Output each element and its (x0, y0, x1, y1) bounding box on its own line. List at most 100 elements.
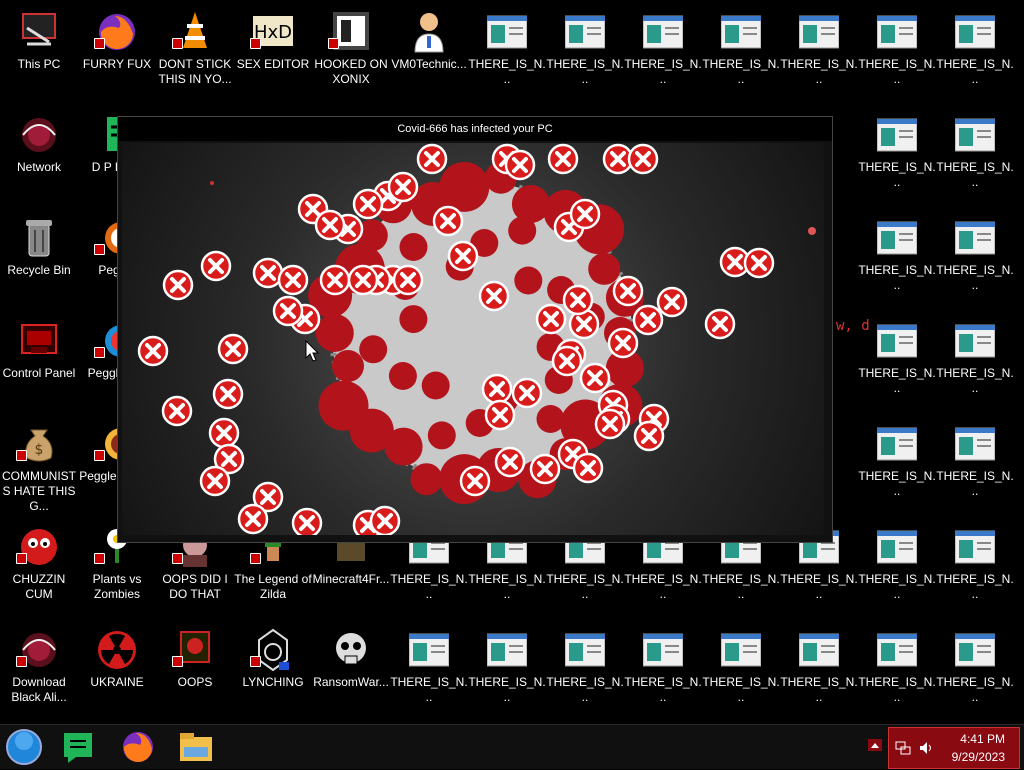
desktop-icon-there-is-n[interactable]: THERE_IS_N... (936, 515, 1014, 615)
desktop-icon-label: THERE_IS_N... (780, 572, 858, 601)
virus-spike (410, 463, 443, 496)
desktop-icon-label: THERE_IS_N... (858, 263, 936, 292)
desktop-icon-there-is-n[interactable]: THERE_IS_N... (858, 515, 936, 615)
desktop-icon-there-is-n[interactable]: THERE_IS_N... (936, 618, 1014, 718)
desktop-icon-label: THERE_IS_N... (936, 366, 1014, 395)
window-file-icon (955, 427, 995, 461)
virus-spike (514, 266, 543, 295)
desktop-icon-there-is-n[interactable]: THERE_IS_N... (702, 0, 780, 100)
start-button[interactable] (4, 729, 44, 765)
window-file-icon (487, 15, 527, 49)
desktop-icon-there-is-n[interactable]: THERE_IS_N... (390, 618, 468, 718)
desktop-icon-label: THERE_IS_N... (624, 675, 702, 704)
desktop-icon-lynching[interactable]: LYNCHING (234, 618, 312, 718)
desktop-icon-network[interactable]: Network (0, 103, 78, 203)
virus-spike (315, 314, 354, 352)
error-icon (447, 240, 479, 272)
clock-date[interactable]: 9/29/2023 (952, 750, 1005, 764)
desktop-icon-communists[interactable]: $ COMMUNISTS HATE THIS G... (0, 412, 78, 513)
window-file-icon (955, 15, 995, 49)
desktop-icon-ransomware[interactable]: RansomWar... (312, 618, 390, 718)
error-icon (535, 303, 567, 335)
desktop-icon-there-is-n[interactable]: THERE_IS_N... (936, 0, 1014, 100)
desktop-icon-label: FURRY FUX (82, 57, 152, 71)
taskbar-notepad-button[interactable] (58, 729, 98, 765)
desktop-icon-hooked-on-xonix[interactable]: HOOKED ON XONIX (312, 0, 390, 100)
desktop-icon-there-is-n[interactable]: THERE_IS_N... (546, 0, 624, 100)
desktop-icon-there-is-n[interactable]: THERE_IS_N... (780, 618, 858, 718)
desktop-icon-label: THERE_IS_N... (546, 57, 624, 86)
desktop-icon-there-is-n[interactable]: THERE_IS_N... (624, 0, 702, 100)
error-icon (572, 452, 604, 484)
window-file-icon (955, 324, 995, 358)
desktop-icon-label: THERE_IS_N... (858, 366, 936, 395)
desktop-icon-furry-fux[interactable]: FURRY FUX (78, 0, 156, 100)
desktop-icon-there-is-n[interactable]: THERE_IS_N... (468, 0, 546, 100)
desktop-icon-label: THERE_IS_N... (858, 160, 936, 189)
desktop-icon-there-is-n[interactable]: THERE_IS_N... (780, 0, 858, 100)
desktop-icon-there-is-n[interactable]: THERE_IS_N... (546, 618, 624, 718)
window-file-icon (565, 633, 605, 667)
infection-window[interactable]: Covid-666 has infected your PC (117, 116, 833, 543)
desktop-icon-label: THERE_IS_N... (468, 675, 546, 704)
desktop-icon-there-is-n[interactable]: THERE_IS_N... (624, 618, 702, 718)
desktop-icon-label: Minecraft4Fr... (312, 572, 390, 586)
network-status-icon[interactable] (895, 741, 911, 755)
volume-icon[interactable] (919, 741, 935, 755)
shortcut-arrow-icon (250, 38, 261, 49)
desktop-icon-label: HOOKED ON XONIX (314, 57, 388, 86)
error-icon (743, 247, 775, 279)
error-icon (392, 264, 424, 296)
desktop-icon-recycle-bin[interactable]: Recycle Bin (0, 206, 78, 306)
desktop-icon-label: THERE_IS_N... (936, 469, 1014, 498)
desktop-icon-chuzzin[interactable]: CHUZZIN CUM (0, 515, 78, 615)
window-file-icon (955, 633, 995, 667)
shortcut-arrow-icon (94, 450, 105, 461)
desktop-icon-ukraine[interactable]: UKRAINE (78, 618, 156, 718)
virus-spike (318, 380, 369, 431)
desktop-icon-vm0technic[interactable]: VM0Technic... (390, 0, 468, 100)
virus-spike (536, 405, 565, 433)
desktop-icon-label: THERE_IS_N... (780, 675, 858, 704)
error-icon (387, 171, 419, 203)
taskbar-file-explorer-button[interactable] (176, 729, 216, 765)
desktop-icon-there-is-n[interactable]: THERE_IS_N... (858, 206, 936, 306)
desktop-icon-label: THERE_IS_N... (624, 57, 702, 86)
window-file-icon (643, 15, 683, 49)
recycle-bin-icon (26, 220, 52, 257)
desktop-icon-there-is-n[interactable]: THERE_IS_N... (702, 618, 780, 718)
taskbar: 4:41 PM 9/29/2023 (0, 724, 1024, 769)
taskbar-firefox-button[interactable] (118, 729, 158, 765)
desktop-icon-there-is-n[interactable]: THERE_IS_N... (468, 618, 546, 718)
desktop-icon-download-black[interactable]: Download Black Ali... (0, 618, 78, 718)
desktop-icon-label: THERE_IS_N... (468, 572, 546, 601)
clock-time[interactable]: 4:41 PM (960, 732, 1005, 746)
desktop-icon-there-is-n[interactable]: THERE_IS_N... (936, 309, 1014, 409)
desktop-icon-label: THERE_IS_N... (858, 572, 936, 601)
desktop-icon-this-pc[interactable]: This PC (0, 0, 78, 100)
virus-spike (399, 233, 428, 261)
svg-text:$: $ (35, 442, 44, 458)
desktop-icon-there-is-n[interactable]: THERE_IS_N... (858, 0, 936, 100)
desktop-icon-there-is-n[interactable]: THERE_IS_N... (936, 412, 1014, 512)
desktop-icon-there-is-n[interactable]: THERE_IS_N... (858, 618, 936, 718)
desktop-icon-label: This PC (17, 57, 61, 71)
desktop-icon-there-is-n[interactable]: THERE_IS_N... (936, 206, 1014, 306)
error-icon (579, 362, 611, 394)
desktop-icon-sex-editor[interactable]: HxD SEX EDITOR (234, 0, 312, 100)
error-icon (212, 378, 244, 410)
desktop-icon-label: THERE_IS_N... (858, 57, 936, 86)
desktop-icon-oops[interactable]: OOPS (156, 618, 234, 718)
desktop-icon-control-panel[interactable]: Control Panel (0, 309, 78, 409)
error-icon (200, 250, 232, 282)
desktop-icon-there-is-n[interactable]: THERE_IS_N... (858, 412, 936, 512)
window-file-icon (643, 633, 683, 667)
computer-icon (22, 13, 56, 46)
error-icon (459, 465, 491, 497)
desktop-icon-there-is-n[interactable]: THERE_IS_N... (858, 103, 936, 203)
tray-expand-icon[interactable] (868, 739, 882, 751)
desktop-icon-label: THERE_IS_N... (780, 57, 858, 86)
desktop-icon-dont-stick[interactable]: DONT STICK THIS IN YO... (156, 0, 234, 100)
desktop-icon-there-is-n[interactable]: THERE_IS_N... (936, 103, 1014, 203)
desktop-icon-label: OOPS DID I DO THAT (162, 572, 228, 601)
